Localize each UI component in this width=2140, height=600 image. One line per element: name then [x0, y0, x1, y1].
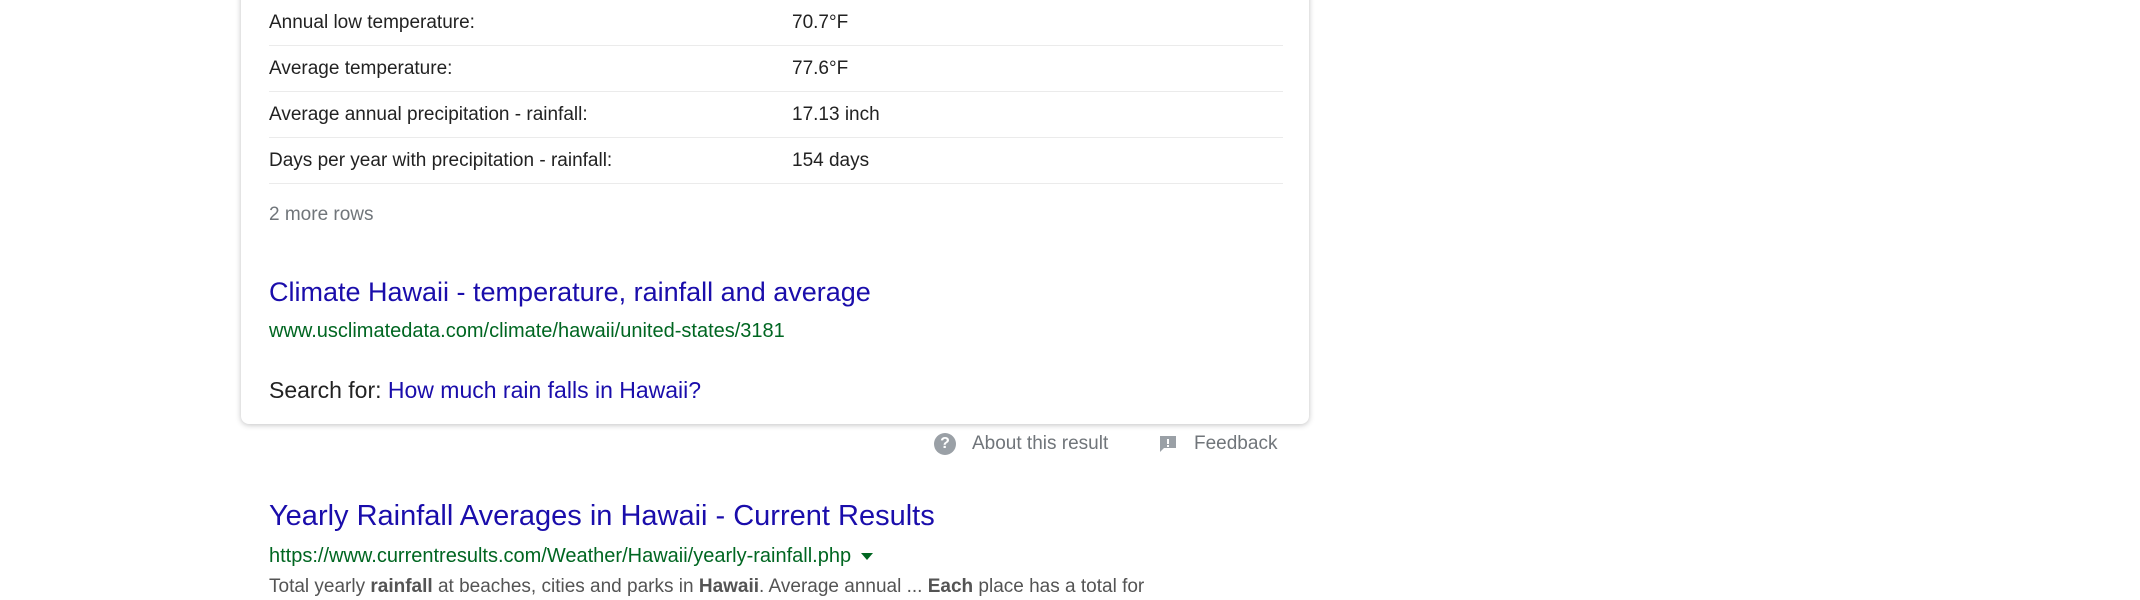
row-label: Average annual precipitation - rainfall:: [269, 104, 588, 125]
result-title-link[interactable]: Yearly Rainfall Averages in Hawaii - Cur…: [269, 500, 935, 533]
feedback-icon: [1160, 436, 1176, 452]
about-this-result-button[interactable]: ? About this result: [934, 432, 1108, 456]
snippet-text: Total yearly: [269, 576, 371, 597]
row-value: 70.7°F: [792, 12, 849, 33]
snippet-source-title-link[interactable]: Climate Hawaii - temperature, rainfall a…: [269, 277, 871, 308]
row-value: 17.13 inch: [792, 104, 880, 125]
snippet-text: place has a total for: [973, 576, 1145, 597]
row-value: 77.6°F: [792, 58, 849, 79]
feedback-button[interactable]: Feedback: [1158, 432, 1277, 456]
more-rows-text: 2 more rows: [269, 204, 374, 225]
table-row: Annual low temperature: 70.7°F: [269, 0, 1283, 46]
result-snippet: Total yearly rainfall at beaches, cities…: [269, 576, 1144, 598]
row-label: Annual low temperature:: [269, 12, 475, 33]
table-row: Days per year with precipitation - rainf…: [269, 138, 1283, 184]
about-label: About this result: [972, 433, 1109, 454]
snippet-source-url: www.usclimatedata.com/climate/hawaii/uni…: [269, 320, 785, 342]
feedback-label: Feedback: [1194, 433, 1278, 454]
result-url: https://www.currentresults.com/Weather/H…: [269, 545, 874, 568]
search-for-line: Search for: How much rain falls in Hawai…: [269, 377, 701, 404]
row-label: Average temperature:: [269, 58, 453, 79]
question-circle-icon: ?: [934, 433, 956, 455]
snippet-bold-term: Each: [927, 576, 974, 597]
snippet-text: . Average annual ...: [759, 576, 928, 597]
search-results-page: Annual low temperature: 70.7°F Average t…: [0, 0, 2140, 600]
table-row: Average temperature: 77.6°F: [269, 46, 1283, 92]
climate-table: Annual low temperature: 70.7°F Average t…: [269, 0, 1283, 184]
result-url-text: https://www.currentresults.com/Weather/H…: [269, 545, 852, 567]
chevron-down-icon[interactable]: [861, 553, 874, 560]
row-label: Days per year with precipitation - rainf…: [269, 150, 613, 171]
featured-snippet-card: Annual low temperature: 70.7°F Average t…: [241, 0, 1309, 424]
snippet-bold-term: Hawaii: [698, 576, 760, 597]
search-for-prefix: Search for:: [269, 377, 382, 403]
snippet-text: at beaches, cities and parks in: [432, 576, 699, 597]
snippet-bold-term: rainfall: [370, 576, 433, 597]
row-value: 154 days: [792, 150, 870, 171]
search-for-link[interactable]: How much rain falls in Hawaii?: [388, 377, 701, 403]
table-row: Average annual precipitation - rainfall:…: [269, 92, 1283, 138]
